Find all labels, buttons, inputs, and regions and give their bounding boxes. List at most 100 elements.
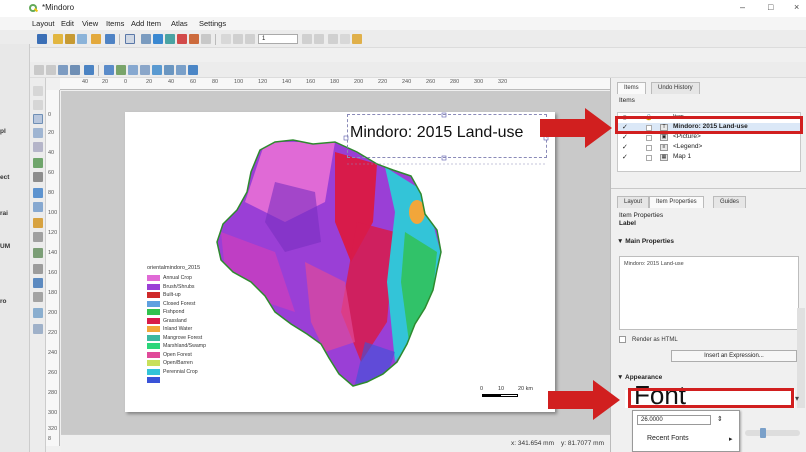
layout-canvas[interactable]: Mindoro: 2015 Land-use orientalmindoro_2…	[61, 91, 610, 434]
lock-checkbox[interactable]	[646, 135, 652, 141]
add-map-icon[interactable]	[33, 158, 43, 168]
zoom-actual-icon[interactable]	[58, 65, 68, 75]
export-pdf-icon[interactable]	[177, 34, 187, 44]
zoom-in-icon[interactable]	[34, 65, 44, 75]
lock-checkbox[interactable]	[646, 155, 652, 161]
new-page-icon[interactable]	[125, 34, 135, 44]
add-label-icon[interactable]	[33, 202, 43, 212]
layout-page[interactable]: Mindoro: 2015 Land-use orientalmindoro_2…	[125, 112, 555, 412]
properties-scrollbar[interactable]	[797, 308, 805, 408]
close-button[interactable]: ×	[794, 2, 799, 12]
item-row-map[interactable]: ✓ ▦ Map 1	[618, 153, 802, 163]
add-picture-icon[interactable]	[33, 188, 43, 198]
previous-feature-icon[interactable]	[245, 34, 255, 44]
lock-items-icon[interactable]	[104, 65, 114, 75]
redo-icon[interactable]	[201, 34, 211, 44]
edit-nodes-icon[interactable]	[33, 142, 43, 152]
font-dropdown-arrow-icon[interactable]: ▾	[795, 394, 799, 403]
add-scalebar-icon[interactable]	[33, 232, 43, 242]
menu-layout[interactable]: Layout	[32, 19, 55, 28]
open-folder-icon[interactable]	[91, 34, 101, 44]
add-shape-icon[interactable]	[33, 264, 43, 274]
ruler-tick-label: 100	[48, 210, 58, 216]
save-icon[interactable]	[37, 34, 47, 44]
add-legend-icon[interactable]	[33, 218, 43, 228]
save-template-icon[interactable]	[105, 34, 115, 44]
add-arrow-icon[interactable]	[33, 292, 43, 302]
insert-expression-button[interactable]: Insert an Expression...	[671, 350, 797, 362]
move-content-icon[interactable]	[33, 128, 43, 138]
menu-add-item[interactable]: Add Item	[131, 19, 161, 28]
print-icon[interactable]	[141, 34, 151, 44]
ungroup-items-icon[interactable]	[128, 65, 138, 75]
add-3d-map-icon[interactable]	[33, 172, 43, 182]
visibility-checkbox[interactable]: ✓	[622, 143, 628, 151]
visibility-checkbox[interactable]: ✓	[622, 153, 628, 161]
maximize-button[interactable]: □	[768, 2, 773, 12]
add-node-item-icon[interactable]	[33, 278, 43, 288]
slider-handle[interactable]	[760, 428, 766, 438]
duplicate-layout-icon[interactable]	[65, 34, 75, 44]
scale-bar[interactable]: 0 10 20 km	[480, 386, 540, 398]
zoom-full-icon[interactable]	[70, 65, 80, 75]
raise-items-icon[interactable]	[140, 65, 150, 75]
export-image-icon[interactable]	[153, 34, 163, 44]
print-atlas-icon[interactable]	[328, 34, 338, 44]
first-feature-icon[interactable]	[233, 34, 243, 44]
atlas-preview-icon[interactable]	[221, 34, 231, 44]
distribute-items-icon[interactable]	[164, 65, 174, 75]
recent-fonts-menu-item[interactable]: Recent Fonts	[647, 435, 689, 442]
layout-tool-strip	[30, 78, 46, 452]
tab-undo-history[interactable]: Undo History	[651, 82, 700, 94]
visibility-checkbox[interactable]: ✓	[622, 133, 628, 141]
pan-icon[interactable]	[33, 86, 43, 96]
render-html-checkbox[interactable]	[619, 336, 626, 343]
menu-atlas[interactable]: Atlas	[171, 19, 188, 28]
group-items-icon[interactable]	[116, 65, 126, 75]
export-atlas-icon[interactable]	[340, 34, 350, 44]
menu-view[interactable]: View	[82, 19, 98, 28]
atlas-settings-icon[interactable]	[352, 34, 362, 44]
font-size-input[interactable]: 26.0000	[637, 415, 711, 425]
next-feature-icon[interactable]	[302, 34, 312, 44]
item-name[interactable]: <Picture>	[673, 133, 701, 140]
tab-item-properties[interactable]: Item Properties	[649, 196, 704, 208]
menu-settings[interactable]: Settings	[199, 19, 226, 28]
scale-label-mid: 10	[498, 386, 505, 392]
item-name[interactable]: <Legend>	[673, 143, 702, 150]
lock-checkbox[interactable]	[646, 145, 652, 151]
render-as-html-option[interactable]: Render as HTML	[619, 336, 678, 343]
menu-edit[interactable]: Edit	[61, 19, 74, 28]
font-size-slider[interactable]	[745, 430, 800, 436]
export-svg-icon[interactable]	[165, 34, 175, 44]
last-feature-icon[interactable]	[314, 34, 324, 44]
zoom-tool-icon[interactable]	[33, 100, 43, 110]
add-attribute-table-icon[interactable]	[33, 324, 43, 334]
item-row-legend[interactable]: ✓ ≡ <Legend>	[618, 143, 802, 153]
font-size-stepper-icon[interactable]: ⇕	[717, 415, 723, 423]
resize-items-icon[interactable]	[176, 65, 186, 75]
new-layout-icon[interactable]	[53, 34, 63, 44]
map-title-label[interactable]: Mindoro: 2015 Land-use	[350, 124, 523, 142]
map-legend[interactable]: orientalmindoro_2015 Annual Crop Brush/S…	[147, 265, 206, 385]
tab-guides[interactable]: Guides	[713, 196, 747, 208]
main-properties-section[interactable]: ▼ Main Properties	[617, 238, 674, 245]
add-html-icon[interactable]	[33, 308, 43, 318]
minimize-button[interactable]: –	[740, 2, 745, 12]
select-move-icon[interactable]	[33, 114, 43, 124]
font-popup-menu[interactable]: 26.0000 ⇕ Recent Fonts ▸	[632, 410, 740, 452]
tab-layout[interactable]: Layout	[617, 196, 650, 208]
layout-manager-icon[interactable]	[77, 34, 87, 44]
zoom-out-icon[interactable]	[46, 65, 56, 75]
item-row-picture[interactable]: ✓ ▣ <Picture>	[618, 133, 802, 143]
page-spinbox[interactable]: 1	[258, 34, 298, 44]
refresh-icon[interactable]	[84, 65, 94, 75]
tab-items[interactable]: Items	[617, 82, 646, 94]
align-items-icon[interactable]	[152, 65, 162, 75]
item-name[interactable]: Map 1	[673, 153, 691, 160]
undo-icon[interactable]	[189, 34, 199, 44]
atlas-toolbar-icon[interactable]	[188, 65, 198, 75]
menu-items[interactable]: Items	[106, 19, 124, 28]
add-north-arrow-icon[interactable]	[33, 248, 43, 258]
label-text-editor[interactable]: Mindoro: 2015 Land-use	[619, 256, 799, 330]
